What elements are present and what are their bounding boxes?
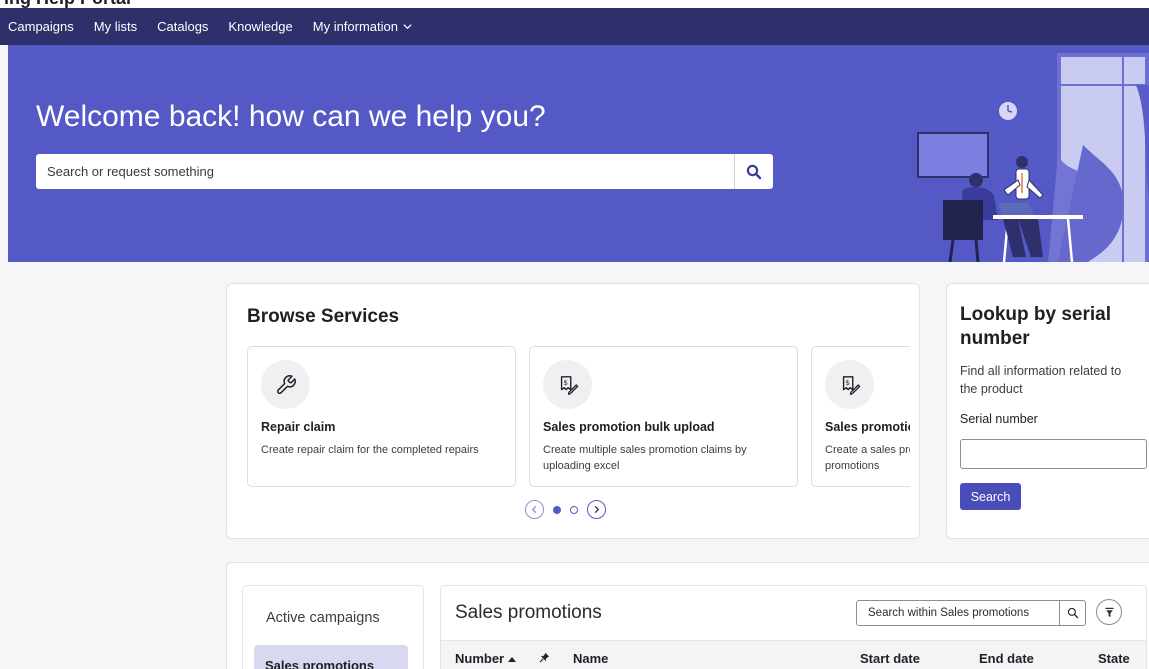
search-icon bbox=[746, 164, 762, 179]
column-header-name[interactable]: Name bbox=[573, 651, 608, 666]
carousel-dot-1[interactable] bbox=[553, 505, 561, 514]
campaign-item-label: Sales promotions bbox=[265, 658, 375, 669]
nav-item-catalogs[interactable]: Catalogs bbox=[157, 19, 208, 34]
pin-column-button[interactable] bbox=[539, 652, 550, 663]
page-header-strip: ing Help Portal bbox=[0, 0, 1149, 8]
wrench-icon bbox=[276, 374, 296, 394]
service-icon-circle bbox=[261, 360, 310, 409]
nav-item-campaigns[interactable]: Campaigns bbox=[8, 19, 74, 34]
serial-lookup-card: Lookup by serial number Find all informa… bbox=[946, 283, 1149, 539]
lookup-description: Find all information related to the prod… bbox=[960, 364, 1122, 396]
column-header-start-date[interactable]: Start date bbox=[860, 651, 920, 666]
nav-item-my-information-label: My information bbox=[312, 19, 398, 34]
sort-ascending-icon bbox=[508, 656, 517, 662]
page-header-title: ing Help Portal bbox=[4, 0, 131, 8]
service-description: Create repair claim for the completed re… bbox=[261, 444, 479, 456]
table-filter-button[interactable] bbox=[1096, 599, 1122, 625]
chevron-down-icon bbox=[403, 24, 412, 30]
hero-search-input[interactable] bbox=[36, 154, 734, 189]
browse-services-title: Browse Services bbox=[247, 306, 400, 327]
lookup-title: Lookup by serial number bbox=[960, 304, 1111, 349]
services-carousel: Repair claim Create repair claim for the… bbox=[247, 346, 910, 488]
table-search-input[interactable] bbox=[856, 600, 1060, 626]
browse-services-card: Browse Services Repair claim Create repa… bbox=[226, 283, 920, 539]
chevron-left-icon bbox=[531, 505, 537, 514]
active-campaigns-panel: Active campaigns Sales promotions bbox=[242, 585, 424, 669]
svg-text:$: $ bbox=[845, 378, 850, 387]
carousel-dot-2[interactable] bbox=[570, 505, 578, 514]
column-header-number-label: Number bbox=[455, 651, 505, 666]
column-header-state[interactable]: State bbox=[1098, 651, 1130, 666]
service-title: Sales promotion bbox=[825, 420, 910, 434]
chevron-right-icon bbox=[594, 505, 600, 514]
table-search-button[interactable] bbox=[1059, 600, 1086, 626]
nav-item-knowledge[interactable]: Knowledge bbox=[228, 19, 292, 34]
office-illustration bbox=[917, 53, 1149, 262]
service-description: Create multiple sales promotion claims b… bbox=[543, 444, 747, 472]
column-header-end-date[interactable]: End date bbox=[979, 651, 1034, 666]
search-icon bbox=[1067, 607, 1078, 619]
svg-text:$: $ bbox=[563, 378, 568, 387]
carousel-next-button[interactable] bbox=[587, 500, 606, 519]
carousel-prev-button[interactable] bbox=[525, 500, 544, 519]
sales-promotions-panel: Sales promotions Number Name Start date … bbox=[440, 585, 1147, 669]
nav-item-my-lists[interactable]: My lists bbox=[94, 19, 137, 34]
sales-promotions-title: Sales promotions bbox=[455, 602, 602, 623]
receipt-icon: $ bbox=[842, 375, 860, 395]
service-title: Sales promotion bulk upload bbox=[543, 420, 715, 434]
service-icon-circle: $ bbox=[543, 360, 592, 409]
column-header-number[interactable]: Number bbox=[455, 651, 517, 666]
top-navigation: Campaigns My lists Catalogs Knowledge My… bbox=[0, 8, 1149, 45]
campaign-item-sales-promotions[interactable]: Sales promotions bbox=[254, 645, 408, 669]
service-card-sales-promotion[interactable]: $ Sales promotion Create a sales promoti… bbox=[811, 346, 910, 487]
service-title: Repair claim bbox=[261, 420, 336, 434]
hero-title: Welcome back! how can we help you? bbox=[36, 100, 546, 133]
serial-number-input[interactable] bbox=[960, 439, 1147, 469]
filter-icon bbox=[1104, 607, 1114, 617]
nav-item-my-information[interactable]: My information bbox=[313, 19, 413, 34]
pin-icon bbox=[539, 652, 550, 663]
campaigns-section: Active campaigns Sales promotions Sales … bbox=[226, 562, 1149, 669]
table-search-box bbox=[856, 600, 1086, 626]
hero-banner: Welcome back! how can we help you? bbox=[8, 45, 1149, 262]
hero-search-button[interactable] bbox=[734, 154, 773, 189]
active-campaigns-title: Active campaigns bbox=[266, 610, 380, 626]
service-icon-circle: $ bbox=[825, 360, 874, 409]
service-card-repair-claim[interactable]: Repair claim Create repair claim for the… bbox=[247, 346, 516, 487]
receipt-icon: $ bbox=[560, 375, 578, 395]
serial-number-label: Serial number bbox=[960, 412, 1038, 426]
service-description: Create a sales promotion claim for all s… bbox=[825, 444, 910, 472]
service-card-sales-promotion-bulk-upload[interactable]: $ Sales promotion bulk upload Create mul… bbox=[529, 346, 798, 487]
table-header-row: Number Name Start date End date State bbox=[441, 640, 1146, 669]
hero-search-box bbox=[36, 154, 773, 189]
lookup-search-button[interactable]: Search bbox=[960, 483, 1021, 510]
carousel-pager bbox=[525, 500, 606, 519]
